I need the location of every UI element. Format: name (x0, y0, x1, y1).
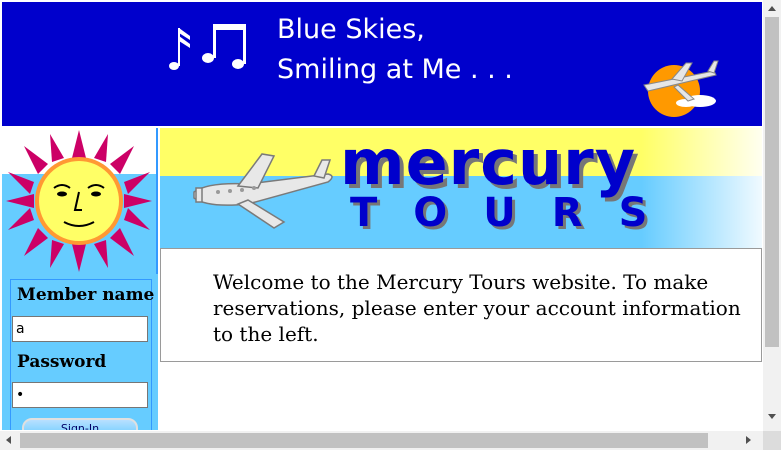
member-name-input[interactable]: a (12, 316, 148, 342)
member-name-label: Member name (17, 285, 155, 305)
welcome-text: Welcome to the Mercury Tours website. To… (213, 270, 741, 346)
password-label: Password (17, 352, 107, 372)
banner-line-2: Smiling at Me . . . (277, 54, 513, 85)
horizontal-scroll-thumb[interactable] (20, 433, 708, 448)
logo-word-mercury: mercury (340, 128, 637, 199)
left-sidebar: Member name a Password • Sign-In (2, 128, 158, 430)
vertical-scrollbar[interactable] (763, 0, 781, 431)
sign-in-button[interactable]: Sign-In (22, 418, 138, 430)
banner-line-1: Blue Skies, (277, 14, 425, 45)
music-notes-icon (169, 24, 246, 70)
welcome-panel: Welcome to the Mercury Tours website. To… (160, 248, 762, 362)
vertical-scroll-thumb[interactable] (765, 17, 779, 347)
scroll-right-arrow-icon[interactable] (746, 436, 751, 444)
scroll-up-arrow-icon[interactable] (768, 6, 776, 11)
banner-slogan: Blue Skies, Smiling at Me . . . (277, 10, 513, 90)
scrollbar-corner (763, 431, 781, 450)
scroll-left-arrow-icon[interactable] (6, 436, 11, 444)
password-input[interactable]: • (12, 382, 148, 408)
sunset-plane-icon (643, 60, 719, 117)
top-banner: Blue Skies, Smiling at Me . . . (2, 2, 762, 126)
mercury-tours-logo: mercury TOURS (160, 128, 762, 248)
airplane-icon (193, 153, 333, 229)
horizontal-scrollbar[interactable] (0, 431, 763, 450)
sun-face-icon (6, 130, 152, 272)
sun-logo (2, 128, 158, 274)
scroll-down-arrow-icon[interactable] (768, 414, 776, 419)
logo-word-tours: TOURS (350, 190, 684, 236)
